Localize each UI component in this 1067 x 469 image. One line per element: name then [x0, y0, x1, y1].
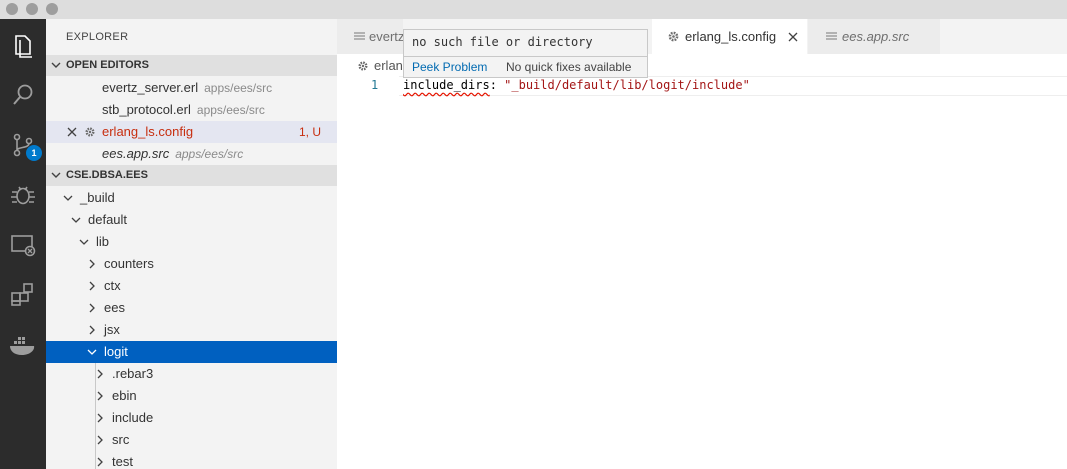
problem-hover: no such file or directory Peek Problem N… [403, 29, 648, 78]
chevron-right-icon [89, 281, 95, 291]
tree-folder[interactable]: ebin [46, 385, 337, 407]
docker-icon[interactable] [7, 329, 39, 361]
chevron-right-icon [89, 259, 95, 269]
chevron-right-icon [97, 369, 103, 379]
open-editor-item[interactable]: stb_protocol.erl apps/ees/src [46, 99, 337, 121]
file-name: ees.app.src [102, 146, 170, 161]
folder-label: test [112, 454, 133, 469]
file-lines-icon [354, 32, 365, 40]
search-icon[interactable] [7, 79, 39, 111]
folder-label: ctx [104, 278, 121, 293]
code-line[interactable]: include_dirs: "_build/default/lib/logit/… [403, 78, 750, 92]
open-editors-label: OPEN EDITORS [66, 59, 149, 71]
open-editor-item[interactable]: evertz_server.erl apps/ees/src [46, 77, 337, 99]
source-control-badge: 1 [26, 145, 42, 161]
tree-folder[interactable]: .rebar3 [46, 363, 337, 385]
open-editor-item[interactable]: ees.app.src apps/ees/src [46, 143, 337, 165]
tree-folder-selected[interactable]: logit [46, 341, 337, 363]
tree-folder[interactable]: ees [46, 297, 337, 319]
chevron-right-icon [97, 413, 103, 423]
remote-explorer-icon[interactable] [7, 229, 39, 261]
chevron-down-icon [51, 172, 61, 178]
sidebar-title: EXPLORER [66, 31, 129, 43]
line-number: 1 [371, 78, 379, 92]
activity-bar: 1 [0, 19, 46, 469]
breadcrumb[interactable]: erlan [374, 58, 403, 73]
workspace-header[interactable]: CSE.DBSA.EES [46, 165, 337, 186]
source-control-icon[interactable]: 1 [7, 129, 42, 161]
chevron-right-icon [97, 435, 103, 445]
folder-label: src [112, 432, 130, 447]
chevron-right-icon [97, 391, 103, 401]
editor-area[interactable]: erlan 1 include_dirs: "_build/default/li… [337, 54, 1067, 469]
folder-label: .rebar3 [112, 366, 154, 381]
problem-status: 1, U [299, 125, 322, 139]
title-bar [0, 0, 1067, 19]
folder-label: ees [104, 300, 125, 315]
chevron-down-icon [79, 239, 89, 245]
tab-evertz[interactable]: evertz [337, 19, 404, 54]
tree-folder[interactable]: include [46, 407, 337, 429]
folder-label: default [88, 212, 128, 227]
tree-folder[interactable]: ctx [46, 275, 337, 297]
tab-label: evertz [369, 29, 405, 44]
gear-icon [85, 127, 95, 137]
zoom-window-button[interactable] [46, 3, 58, 15]
folder-label: counters [104, 256, 154, 271]
folder-label: include [112, 410, 154, 425]
chevron-down-icon [71, 217, 81, 223]
chevron-right-icon [97, 457, 103, 467]
tab-ees-app-src[interactable]: ees.app.src [808, 19, 941, 54]
extensions-icon[interactable] [7, 279, 39, 311]
close-window-button[interactable] [6, 3, 18, 15]
minimize-window-button[interactable] [26, 3, 38, 15]
tree-folder[interactable]: _build [46, 187, 337, 209]
tree-folder[interactable]: default [46, 209, 337, 231]
tab-erlang-ls-config[interactable]: erlang_ls.config [652, 19, 808, 54]
close-icon[interactable] [67, 127, 77, 137]
file-path: apps/ees/src [175, 147, 244, 161]
folder-label: lib [96, 234, 110, 249]
chevron-down-icon [87, 349, 97, 355]
tab-label: erlang_ls.config [685, 29, 777, 44]
file-name: stb_protocol.erl [102, 102, 191, 117]
code-string: "_build/default/lib/logit/include" [504, 78, 750, 92]
hover-message: no such file or directory [412, 35, 593, 49]
tree-folder[interactable]: counters [46, 253, 337, 275]
file-name: erlang_ls.config [102, 124, 194, 139]
file-path: apps/ees/src [196, 103, 265, 117]
chevron-right-icon [89, 303, 95, 313]
no-quick-fixes-text: No quick fixes available [506, 60, 632, 74]
open-editor-item-active[interactable]: erlang_ls.config 1, U [46, 121, 337, 143]
chevron-down-icon [51, 62, 61, 68]
close-icon[interactable] [788, 32, 798, 42]
hover-actions: Peek Problem No quick fixes available [404, 56, 647, 78]
peek-problem-link[interactable]: Peek Problem [412, 57, 487, 78]
file-name: evertz_server.erl [102, 80, 199, 95]
tree-folder[interactable]: test [46, 451, 337, 469]
open-editors-header[interactable]: OPEN EDITORS [46, 55, 337, 76]
file-path: apps/ees/src [204, 81, 273, 95]
chevron-right-icon [89, 325, 95, 335]
file-lines-icon [826, 32, 837, 40]
gear-icon [358, 61, 368, 71]
debug-icon[interactable] [7, 179, 39, 211]
folder-label: ebin [112, 388, 137, 403]
folder-label: jsx [104, 322, 120, 337]
tree-folder[interactable]: lib [46, 231, 337, 253]
folder-label: logit [104, 344, 128, 359]
gear-icon [668, 31, 679, 42]
code-key: include_dirs [403, 78, 490, 92]
code-separator: : [489, 78, 505, 92]
workspace-label: CSE.DBSA.EES [66, 169, 148, 181]
tree-folder[interactable]: jsx [46, 319, 337, 341]
explorer-sidebar: EXPLORER OPEN EDITORS evertz_server.erla… [46, 19, 337, 469]
files-icon[interactable] [7, 30, 39, 62]
folder-label: _build [80, 190, 115, 205]
tab-label: ees.app.src [842, 29, 910, 44]
chevron-down-icon [63, 195, 73, 201]
tree-folder[interactable]: src [46, 429, 337, 451]
